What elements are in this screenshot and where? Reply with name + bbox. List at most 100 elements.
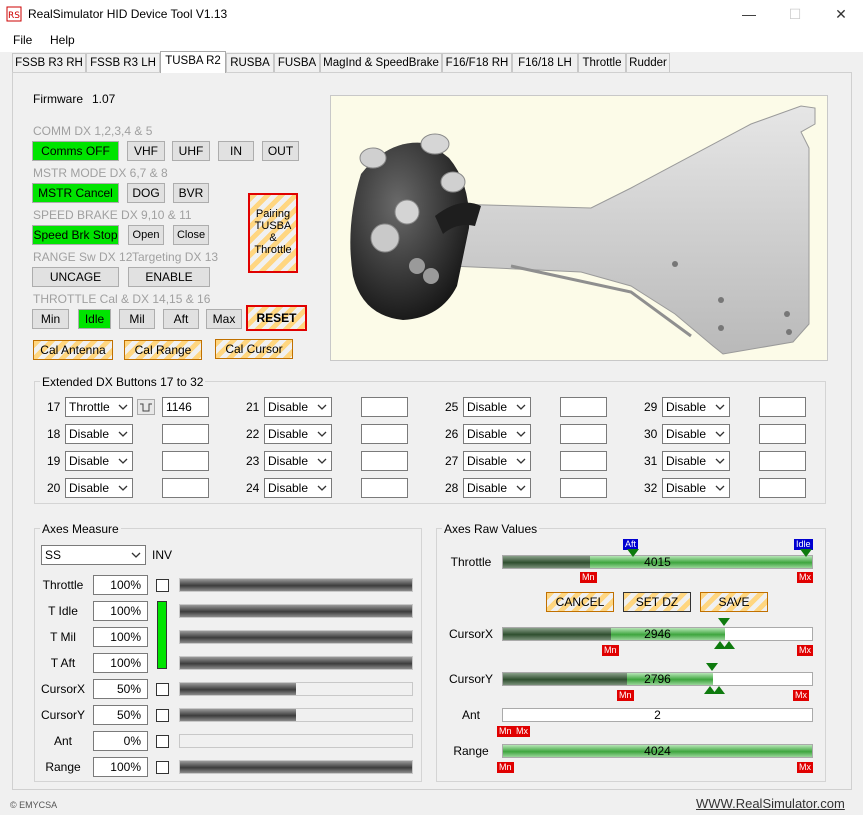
axis-invert-checkbox[interactable] (156, 735, 169, 748)
pairing-button[interactable]: Pairing TUSBA & Throttle (248, 193, 298, 273)
close-button[interactable]: ✕ (818, 0, 863, 30)
mstr-cancel-button[interactable]: MSTR Cancel (32, 183, 119, 203)
ext-value-input[interactable]: 1146 (162, 397, 209, 417)
axis-percent-input[interactable]: 100% (93, 653, 148, 673)
axis-invert-checkbox[interactable] (156, 683, 169, 696)
ext-function-select[interactable]: Disable (65, 478, 133, 498)
ext-value-input[interactable] (162, 478, 209, 498)
ext-function-select-value: Disable (666, 400, 707, 414)
speed-brake-stop-button[interactable]: Speed Brk Stop (32, 225, 119, 245)
ext-value-input[interactable] (759, 397, 806, 417)
enable-button[interactable]: ENABLE (128, 267, 210, 287)
ext-value-input[interactable] (560, 478, 607, 498)
tab-fssb-r3-lh[interactable]: FSSB R3 LH (86, 53, 160, 72)
ext-function-select[interactable]: Throttle (65, 397, 133, 417)
ext-value-input[interactable] (560, 397, 607, 417)
menu-file[interactable]: File (13, 33, 32, 47)
ext-function-select[interactable]: Disable (662, 451, 730, 471)
ext-function-select[interactable]: Disable (463, 451, 531, 471)
uncage-button[interactable]: UNCAGE (32, 267, 119, 287)
vhf-button[interactable]: VHF (127, 141, 165, 161)
ext-function-select[interactable]: Disable (264, 451, 332, 471)
axis-percent-input[interactable]: 100% (93, 627, 148, 647)
throttle-idle-button[interactable]: Idle (78, 309, 111, 329)
tab-f16-f18-rh[interactable]: F16/F18 RH (442, 53, 512, 72)
ext-function-select[interactable]: Disable (264, 478, 332, 498)
ext-function-select[interactable]: Disable (463, 397, 531, 417)
ext-value-input[interactable] (361, 424, 408, 444)
aft-pointer-icon (627, 549, 639, 557)
tab-throttle[interactable]: Throttle (578, 53, 626, 72)
ext-button-number: 17 (47, 400, 61, 414)
throttle-max-button[interactable]: Max (206, 309, 242, 329)
cal-range-button[interactable]: Cal Range (124, 340, 202, 360)
axes-measure-select[interactable]: SS (41, 545, 146, 565)
ext-value-input[interactable] (759, 451, 806, 471)
axis-percent-input[interactable]: 50% (93, 705, 148, 725)
axis-invert-checkbox[interactable] (156, 579, 169, 592)
axis-percent-input[interactable]: 100% (93, 575, 148, 595)
axis-invert-checkbox[interactable] (156, 709, 169, 722)
website-link[interactable]: WWW.RealSimulator.com (696, 796, 845, 811)
mstr-heading: MSTR MODE DX 6,7 & 8 (33, 166, 168, 180)
ext-value-input[interactable] (759, 478, 806, 498)
tab-rusba[interactable]: RUSBA (226, 53, 274, 72)
ext-value-input[interactable] (560, 424, 607, 444)
axis-invert-checkbox[interactable] (156, 761, 169, 774)
ext-value-input[interactable] (162, 451, 209, 471)
cal-antenna-button[interactable]: Cal Antenna (33, 340, 113, 360)
throttle-min-button[interactable]: Min (32, 309, 69, 329)
maximize-button[interactable]: ☐ (772, 0, 818, 30)
tab-fssb-r3-rh[interactable]: FSSB R3 RH (12, 53, 86, 72)
ext-function-select[interactable]: Disable (463, 424, 531, 444)
ext-function-select[interactable]: Disable (65, 451, 133, 471)
ext-button-number: 18 (47, 427, 61, 441)
deadzone-low-marker (723, 641, 735, 649)
ext-value-input[interactable] (759, 424, 806, 444)
comms-off-button[interactable]: Comms OFF (32, 141, 119, 161)
uhf-button[interactable]: UHF (172, 141, 210, 161)
ext-function-select[interactable]: Disable (463, 478, 531, 498)
tab-fusba[interactable]: FUSBA (274, 53, 320, 72)
ext-function-select-value: Disable (268, 454, 309, 468)
axis-percent-input[interactable]: 0% (93, 731, 148, 751)
ext-value-input[interactable] (361, 478, 408, 498)
ext-value-input[interactable] (361, 451, 408, 471)
axis-percent-input[interactable]: 100% (93, 601, 148, 621)
out-button[interactable]: OUT (262, 141, 299, 161)
axis-percent-input[interactable]: 50% (93, 679, 148, 699)
throttle-aft-button[interactable]: Aft (163, 309, 199, 329)
ext-function-select[interactable]: Disable (65, 424, 133, 444)
ext-value-input[interactable] (361, 397, 408, 417)
set-dz-button[interactable]: SET DZ (623, 592, 691, 612)
ext-function-select[interactable]: Disable (662, 424, 730, 444)
idle-pointer-icon (800, 549, 812, 557)
cal-cursor-button[interactable]: Cal Cursor (215, 339, 293, 359)
tab-rudder[interactable]: Rudder (626, 53, 670, 72)
targeting-heading: Targeting DX 13 (132, 250, 219, 264)
ext-value-input[interactable] (162, 424, 209, 444)
in-button[interactable]: IN (218, 141, 254, 161)
tab-tusba-r2[interactable]: TUSBA R2 (160, 51, 226, 73)
menu-help[interactable]: Help (50, 33, 75, 47)
ext-value-input[interactable] (560, 451, 607, 471)
ext-function-select[interactable]: Disable (662, 397, 730, 417)
dog-button[interactable]: DOG (127, 183, 165, 203)
tab-magind-speedbrake[interactable]: MagInd & SpeedBrake (320, 53, 442, 72)
speed-brake-close-button[interactable]: Close (173, 225, 209, 245)
axis-level-meter (179, 682, 413, 696)
ext-button-number: 26 (445, 427, 459, 441)
cancel-button[interactable]: CANCEL (546, 592, 614, 612)
minimize-button[interactable]: — (726, 0, 772, 30)
bvr-button[interactable]: BVR (173, 183, 209, 203)
ext-function-select[interactable]: Disable (662, 478, 730, 498)
ext-function-select[interactable]: Disable (264, 424, 332, 444)
reset-button[interactable]: RESET (246, 305, 307, 331)
throttle-mil-button[interactable]: Mil (119, 309, 155, 329)
save-button[interactable]: SAVE (700, 592, 768, 612)
speed-brake-open-button[interactable]: Open (128, 225, 164, 245)
tab-f16-18-lh[interactable]: F16/18 LH (512, 53, 578, 72)
ext-function-select[interactable]: Disable (264, 397, 332, 417)
axis-percent-input[interactable]: 100% (93, 757, 148, 777)
pulse-icon[interactable] (137, 399, 155, 415)
